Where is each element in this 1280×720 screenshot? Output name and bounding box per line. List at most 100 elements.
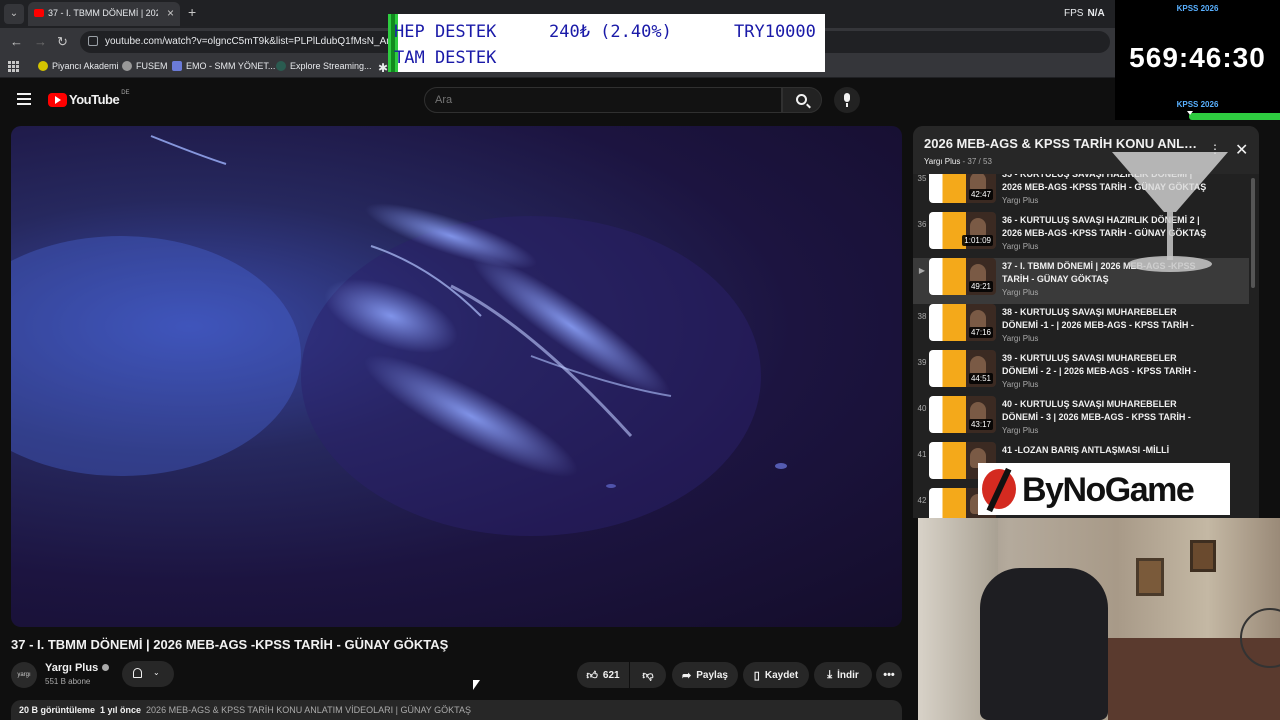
download-label: İndir (837, 669, 859, 681)
bookmark-piyanci[interactable]: Piyancı Akademi (38, 61, 119, 71)
share-icon: ➦ (682, 669, 692, 682)
chevron-down-icon: ⌄ (153, 668, 160, 677)
video-thumbnail[interactable]: 1:01:09 (929, 212, 996, 249)
video-thumbnail[interactable]: 43:17 (929, 396, 996, 433)
new-tab-button[interactable]: + (188, 4, 196, 20)
browser-tab-active[interactable]: 37 - I. TBMM DÖNEMİ | 2026 M × (28, 2, 180, 26)
mouse-cursor-icon (473, 680, 480, 690)
upload-age: 1 yıl önce (100, 705, 142, 715)
thumbs-up-icon: 👍︎ (586, 669, 598, 682)
donation-goal: TRY10000 (734, 22, 816, 42)
bell-icon (133, 668, 142, 678)
dislike-button[interactable]: 👎︎ (630, 662, 666, 688)
playlist-item[interactable]: 38 47:16 38 - KURTULUŞ SAVAŞI MUHAREBELE… (913, 304, 1249, 350)
bookmark-icon: ▯ (753, 669, 760, 682)
search-icon (796, 94, 807, 105)
description-box[interactable]: 20 B görüntüleme 1 yıl önce 2026 MEB-AGS &… (11, 700, 902, 720)
bookmark-explore-streaming[interactable]: Explore Streaming... (276, 61, 372, 71)
save-label: Kaydet (764, 669, 799, 681)
now-playing-icon: ▶ (918, 266, 926, 275)
search-input[interactable] (435, 94, 765, 106)
fps-indicator: FPS N/A (1064, 8, 1105, 19)
hamburger-menu-icon[interactable] (17, 93, 31, 105)
playlist-channel[interactable]: Yargı Plus (924, 157, 960, 166)
search-box[interactable] (424, 87, 782, 113)
view-count: 20 B görüntüleme (19, 705, 96, 715)
youtube-wordmark: YouTube (69, 92, 120, 107)
playlist-meta: Yargı Plus - 37 / 53 (924, 157, 992, 166)
video-title: 37 - I. TBMM DÖNEMİ | 2026 MEB-AGS -KPSS… (11, 637, 449, 652)
video-frame-graphic (11, 135, 787, 536)
playlist-title[interactable]: 2026 MEB-AGS & KPSS TARİH KONU ANLA... (924, 136, 1204, 151)
video-thumbnail[interactable]: 47:16 (929, 304, 996, 341)
microphone-icon (844, 93, 850, 102)
globe-icon (122, 61, 132, 71)
bookmark-favicon-icon (38, 61, 48, 71)
fps-label: FPS (1064, 8, 1084, 19)
channel-name[interactable]: Yargı Plus (45, 662, 110, 674)
search-button[interactable] (782, 87, 822, 113)
video-thumbnail[interactable]: 49:21 (929, 258, 996, 295)
forward-arrow-icon[interactable]: → (34, 34, 47, 49)
martini-glass-icon (1112, 152, 1228, 272)
download-button[interactable]: ⤓ İndir (814, 662, 872, 688)
more-actions-button[interactable]: ••• (876, 662, 902, 688)
video-player[interactable] (11, 126, 902, 627)
fps-value: N/A (1087, 8, 1105, 19)
channel-avatar[interactable]: yargı (11, 662, 37, 688)
url-text: youtube.com/watch?v=olgncC5mT9k&list=PLP… (105, 36, 413, 47)
sponsor-banner: ByNoGame (978, 463, 1230, 515)
donation-goal-overlay: HEP DESTEK 240₺ (2.40%) TRY10000 TAM DES… (388, 14, 825, 72)
share-button[interactable]: ➦ Paylaş (672, 662, 738, 688)
progress-marker-icon (1187, 111, 1193, 115)
donation-line2-label: TAM DESTEK (394, 48, 497, 68)
youtube-favicon-icon (34, 9, 44, 17)
save-button[interactable]: ▯ Kaydet (743, 662, 809, 688)
thumbs-down-icon: 👎︎ (642, 669, 654, 682)
verified-badge-icon (102, 664, 110, 671)
playlist-tag-link[interactable]: 2026 MEB-AGS & KPSS TARİH KONU ANLATIM V… (146, 705, 471, 715)
playlist-scrollbar[interactable] (1251, 178, 1255, 288)
notification-bell-button[interactable]: ⌄ (122, 661, 174, 687)
youtube-header: YouTube DE (0, 78, 1120, 122)
bookmark-emo[interactable]: EMO - SMM YÖNET... (172, 61, 275, 71)
voice-search-button[interactable] (834, 87, 860, 113)
youtube-logo[interactable]: YouTube DE (48, 89, 130, 107)
share-label: Paylaş (696, 669, 728, 681)
more-dots-icon: ••• (883, 669, 895, 681)
reload-icon[interactable]: ↻ (57, 34, 68, 50)
tab-title: 37 - I. TBMM DÖNEMİ | 2026 M (48, 8, 158, 18)
subscriber-count: 551 B abone (45, 677, 91, 686)
like-button[interactable]: 👍︎ 621 (577, 662, 629, 688)
donation-line1-label: HEP DESTEK (394, 22, 497, 42)
bookmark-star-icon[interactable]: ✱ (378, 61, 388, 75)
sponsor-name: ByNoGame (1022, 471, 1195, 509)
bynogame-logo-icon (982, 469, 1016, 509)
bookmark-fusem[interactable]: FUSEM (122, 61, 168, 71)
video-thumbnail[interactable]: 42:47 (929, 174, 996, 203)
tab-close-icon[interactable]: × (167, 6, 174, 20)
donation-amount: 240₺ (2.40%) (549, 22, 672, 42)
webcam-feed (918, 518, 1280, 720)
playlist-position: - 37 / 53 (962, 157, 992, 166)
timer-label-bottom: KPSS 2026 (1176, 100, 1219, 109)
site-info-icon[interactable] (88, 36, 98, 46)
tab-search-button[interactable]: ⌄ (4, 4, 24, 24)
playlist-item[interactable]: 39 44:51 39 - KURTULUŞ SAVAŞI MUHAREBELE… (913, 350, 1249, 396)
youtube-play-icon (48, 92, 67, 107)
playlist-item[interactable]: 40 43:17 40 - KURTULUŞ SAVAŞI MUHAREBELE… (913, 396, 1249, 442)
apps-grid-icon[interactable] (8, 61, 19, 72)
webcam-wall-picture (1136, 558, 1164, 596)
download-icon: ⤓ (827, 668, 833, 681)
timer-label-top: KPSS 2026 (1176, 4, 1219, 13)
video-thumbnail[interactable]: 44:51 (929, 350, 996, 387)
back-arrow-icon[interactable]: ← (10, 34, 23, 49)
like-count: 621 (602, 669, 620, 681)
close-icon[interactable]: ✕ (1235, 140, 1248, 160)
region-code: DE (121, 89, 130, 96)
timer-progress-bar (1189, 113, 1280, 120)
countdown-value: 569:46:30 (1129, 42, 1266, 73)
webcam-wall-picture (1190, 540, 1216, 572)
countdown-timer-overlay: KPSS 2026 569:46:30 KPSS 2026 (1115, 0, 1280, 120)
webcam-gaming-chair (980, 568, 1108, 720)
